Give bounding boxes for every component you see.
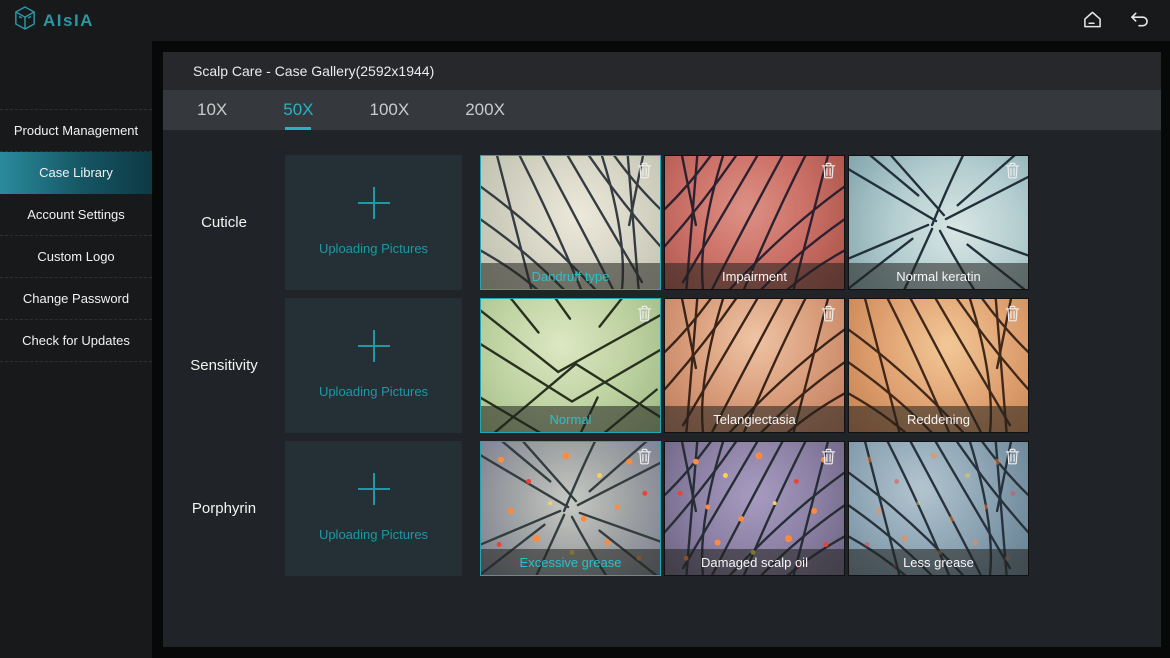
case-label: Telangiectasia <box>713 412 795 427</box>
cube-logo-icon <box>14 6 36 35</box>
sidebar-item-label: Case Library <box>39 165 113 180</box>
tab-200x[interactable]: 200X <box>437 90 533 130</box>
delete-icon[interactable] <box>636 304 653 326</box>
tab-100x[interactable]: 100X <box>342 90 438 130</box>
case-label: Impairment <box>722 269 787 284</box>
upload-pictures-button[interactable]: Uploading Pictures <box>285 155 462 290</box>
delete-icon[interactable] <box>820 304 837 326</box>
case-card-damaged-scalp-oil[interactable]: Damaged scalp oil <box>664 441 845 576</box>
upload-label: Uploading Pictures <box>319 384 428 399</box>
case-card-normal-keratin[interactable]: Normal keratin <box>848 155 1029 290</box>
upload-label: Uploading Pictures <box>319 527 428 542</box>
delete-icon[interactable] <box>636 447 653 469</box>
case-gallery-panel: Scalp Care - Case Gallery(2592x1944) 10X… <box>163 52 1161 647</box>
case-label-band: Normal keratin <box>849 263 1028 289</box>
plus-icon <box>355 470 393 511</box>
case-label-band: Excessive grease <box>481 549 660 575</box>
sidebar-item-label: Account Settings <box>27 207 125 222</box>
tab-label: 200X <box>465 100 505 120</box>
tab-label: 10X <box>197 100 227 120</box>
case-label-band: Normal <box>481 406 660 432</box>
delete-icon[interactable] <box>1004 447 1021 469</box>
tab-label: 100X <box>370 100 410 120</box>
row-sensitivity: Sensitivity Uploading Pictures Normal <box>163 298 1161 433</box>
sidebar: Product Management Case Library Account … <box>0 41 152 658</box>
gallery-content: Cuticle Uploading Pictures Dandruff type <box>163 130 1161 647</box>
delete-icon[interactable] <box>820 161 837 183</box>
case-label-band: Reddening <box>849 406 1028 432</box>
app-screen: AIsIA <box>0 0 1170 658</box>
case-label: Dandruff type <box>532 269 610 284</box>
delete-icon[interactable] <box>1004 304 1021 326</box>
row-label: Cuticle <box>163 155 285 290</box>
row-porphyrin: Porphyrin Uploading Pictures Excessive g… <box>163 441 1161 576</box>
sidebar-item-account-settings[interactable]: Account Settings <box>0 194 152 236</box>
case-label-band: Damaged scalp oil <box>665 549 844 575</box>
sidebar-item-case-library[interactable]: Case Library <box>0 152 152 194</box>
case-label: Normal <box>550 412 592 427</box>
top-bar: AIsIA <box>0 0 1170 41</box>
case-label: Normal keratin <box>896 269 981 284</box>
case-card-dandruff-type[interactable]: Dandruff type <box>480 155 661 290</box>
case-label-band: Impairment <box>665 263 844 289</box>
page-title: Scalp Care - Case Gallery(2592x1944) <box>193 63 434 79</box>
case-label: Damaged scalp oil <box>701 555 808 570</box>
sidebar-item-label: Check for Updates <box>22 333 130 348</box>
case-label-band: Less grease <box>849 549 1028 575</box>
app-logo: AIsIA <box>14 6 94 35</box>
sidebar-item-check-for-updates[interactable]: Check for Updates <box>0 320 152 362</box>
magnification-tabs: 10X 50X 100X 200X <box>163 90 1161 130</box>
row-cuticle: Cuticle Uploading Pictures Dandruff type <box>163 155 1161 290</box>
case-card-impairment[interactable]: Impairment <box>664 155 845 290</box>
case-card-less-grease[interactable]: Less grease <box>848 441 1029 576</box>
sidebar-item-product-management[interactable]: Product Management <box>0 110 152 152</box>
case-card-reddening[interactable]: Reddening <box>848 298 1029 433</box>
plus-icon <box>355 327 393 368</box>
delete-icon[interactable] <box>636 161 653 183</box>
back-icon <box>1129 11 1150 31</box>
case-label-band: Dandruff type <box>481 263 660 289</box>
case-card-normal[interactable]: Normal <box>480 298 661 433</box>
home-button[interactable] <box>1080 8 1105 34</box>
row-label: Porphyrin <box>163 441 285 576</box>
delete-icon[interactable] <box>820 447 837 469</box>
top-actions <box>1080 8 1152 34</box>
case-label: Reddening <box>907 412 970 427</box>
home-icon <box>1082 10 1103 32</box>
tab-label: 50X <box>283 100 313 120</box>
case-card-telangiectasia[interactable]: Telangiectasia <box>664 298 845 433</box>
sidebar-item-label: Custom Logo <box>37 249 114 264</box>
upload-label: Uploading Pictures <box>319 241 428 256</box>
sidebar-menu: Product Management Case Library Account … <box>0 109 152 362</box>
case-label-band: Telangiectasia <box>665 406 844 432</box>
case-card-excessive-grease[interactable]: Excessive grease <box>480 441 661 576</box>
tab-10x[interactable]: 10X <box>169 90 255 130</box>
upload-pictures-button[interactable]: Uploading Pictures <box>285 441 462 576</box>
sidebar-item-label: Product Management <box>14 123 138 138</box>
main-stage: Scalp Care - Case Gallery(2592x1944) 10X… <box>152 41 1170 658</box>
plus-icon <box>355 184 393 225</box>
tab-50x[interactable]: 50X <box>255 90 341 130</box>
back-button[interactable] <box>1127 9 1152 33</box>
row-label: Sensitivity <box>163 298 285 433</box>
panel-header: Scalp Care - Case Gallery(2592x1944) <box>163 52 1161 90</box>
sidebar-item-label: Change Password <box>23 291 129 306</box>
upload-pictures-button[interactable]: Uploading Pictures <box>285 298 462 433</box>
case-label: Less grease <box>903 555 974 570</box>
delete-icon[interactable] <box>1004 161 1021 183</box>
sidebar-item-custom-logo[interactable]: Custom Logo <box>0 236 152 278</box>
logo-text: AIsIA <box>43 11 94 31</box>
sidebar-item-change-password[interactable]: Change Password <box>0 278 152 320</box>
case-label: Excessive grease <box>520 555 622 570</box>
